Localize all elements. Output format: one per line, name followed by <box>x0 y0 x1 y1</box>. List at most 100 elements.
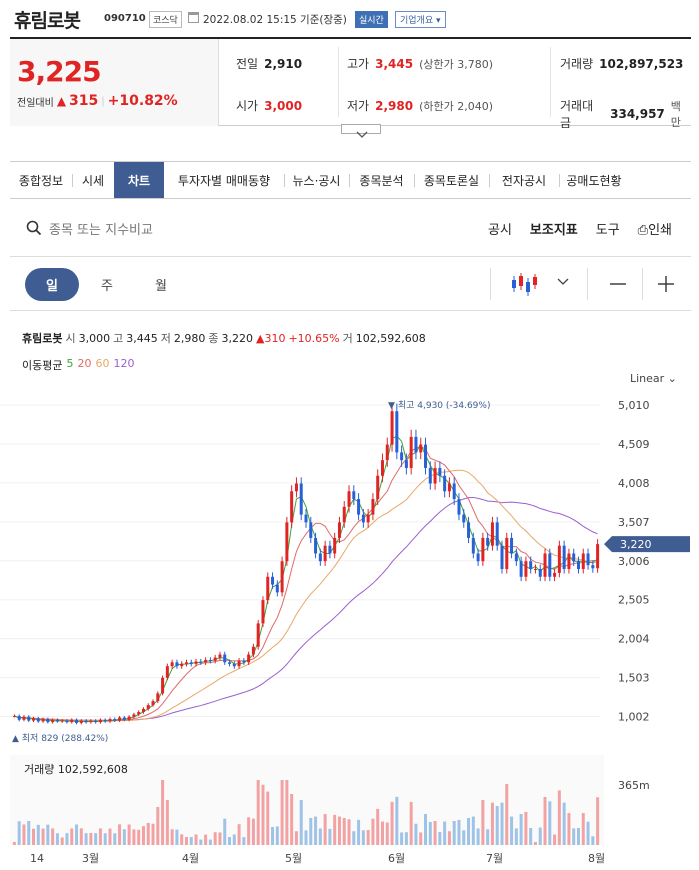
candle <box>576 561 580 570</box>
volume-bar <box>443 821 447 845</box>
volume-bar <box>576 828 580 845</box>
volume-bar <box>376 808 380 845</box>
candle <box>65 720 69 723</box>
candle <box>467 522 471 538</box>
volume-bar <box>447 831 451 845</box>
volume-bar <box>352 831 356 845</box>
volume-bar <box>414 823 418 845</box>
candle <box>529 561 533 570</box>
candle <box>170 662 174 667</box>
candle <box>314 537 318 554</box>
volume-bar <box>22 824 26 845</box>
candle <box>395 411 399 453</box>
volume-bar <box>567 813 571 845</box>
candle <box>414 436 418 453</box>
candle <box>400 452 404 461</box>
volume-bar <box>156 807 160 845</box>
low-marker: ▲ 최저 829 (288.42%) <box>12 733 108 744</box>
volume-bar <box>591 836 595 845</box>
candle <box>103 719 107 722</box>
candle <box>505 537 509 570</box>
candle <box>424 444 428 468</box>
volume-bar <box>400 832 404 845</box>
high-marker: ▼ 최고 4,930 (-34.69%) <box>388 400 490 411</box>
candle <box>70 719 74 723</box>
candle <box>290 491 294 523</box>
volume-bar <box>65 833 69 845</box>
candle <box>567 553 571 570</box>
volume-bar <box>89 832 93 845</box>
candle <box>242 660 246 663</box>
candle <box>247 654 251 663</box>
volume-bar <box>424 814 428 845</box>
candle <box>46 719 50 723</box>
candle <box>586 553 590 566</box>
volume-bar <box>572 828 576 845</box>
volume-bar <box>251 818 255 845</box>
candle <box>471 537 475 554</box>
candle <box>543 553 547 577</box>
volume-bar <box>75 824 79 845</box>
candle <box>524 561 528 577</box>
volume-bar <box>261 784 265 845</box>
candle <box>151 701 155 706</box>
candle <box>189 662 193 664</box>
candle <box>443 475 447 492</box>
volume-bar <box>17 821 21 845</box>
price-chart[interactable]: 5,010 4,509 4,008 3,507 3,006 2,505 2,004 1,503… <box>0 0 699 870</box>
volume-bar <box>357 819 361 845</box>
candle <box>213 657 217 661</box>
x-tick-label: 14 <box>30 852 44 865</box>
volume-bar <box>51 828 55 845</box>
candle <box>51 719 55 723</box>
volume-bar <box>323 814 327 845</box>
volume-bar <box>161 780 165 845</box>
volume-bar <box>275 826 279 845</box>
candle <box>261 600 265 624</box>
candle <box>490 522 494 546</box>
volume-bar <box>118 824 122 845</box>
volume-bar <box>505 784 509 845</box>
volume-bar <box>12 842 16 845</box>
x-tick-label: 3월 <box>82 852 99 865</box>
volume-bar <box>318 828 322 845</box>
candle <box>596 544 600 569</box>
volume-bar <box>366 830 370 845</box>
candle <box>457 499 461 515</box>
volume-bar <box>581 813 585 845</box>
volume-bar <box>361 830 365 845</box>
candle <box>514 553 518 562</box>
y-tick-label: 4,509 <box>618 438 650 451</box>
x-tick-label: 6월 <box>388 852 405 865</box>
candle <box>476 553 480 562</box>
candle <box>108 719 112 722</box>
y-tick-label: 1,002 <box>618 711 650 724</box>
volume-bar <box>32 828 36 845</box>
volume-bar <box>137 829 141 845</box>
volume-bar <box>223 818 227 845</box>
volume-bar <box>285 780 289 845</box>
candle <box>495 522 499 546</box>
candle <box>357 499 361 515</box>
candle <box>22 716 26 720</box>
candle <box>533 569 537 571</box>
volume-bar <box>500 802 504 845</box>
candle <box>204 659 208 663</box>
candle <box>462 514 466 523</box>
volume-bar <box>524 812 528 845</box>
volume-bar <box>514 828 518 845</box>
candle <box>323 545 327 562</box>
candle <box>12 715 16 717</box>
volume-bar <box>122 829 126 845</box>
volume-bar <box>127 824 131 845</box>
volume-bar <box>41 828 45 845</box>
volume-bar <box>108 828 112 845</box>
volume-bar <box>290 794 294 845</box>
candle <box>376 475 380 500</box>
volume-bar <box>347 819 351 845</box>
volume-bar <box>371 818 375 845</box>
volume-bar <box>237 824 241 845</box>
volume-bar <box>55 833 59 845</box>
volume-bar <box>553 834 557 845</box>
candle <box>591 565 595 569</box>
